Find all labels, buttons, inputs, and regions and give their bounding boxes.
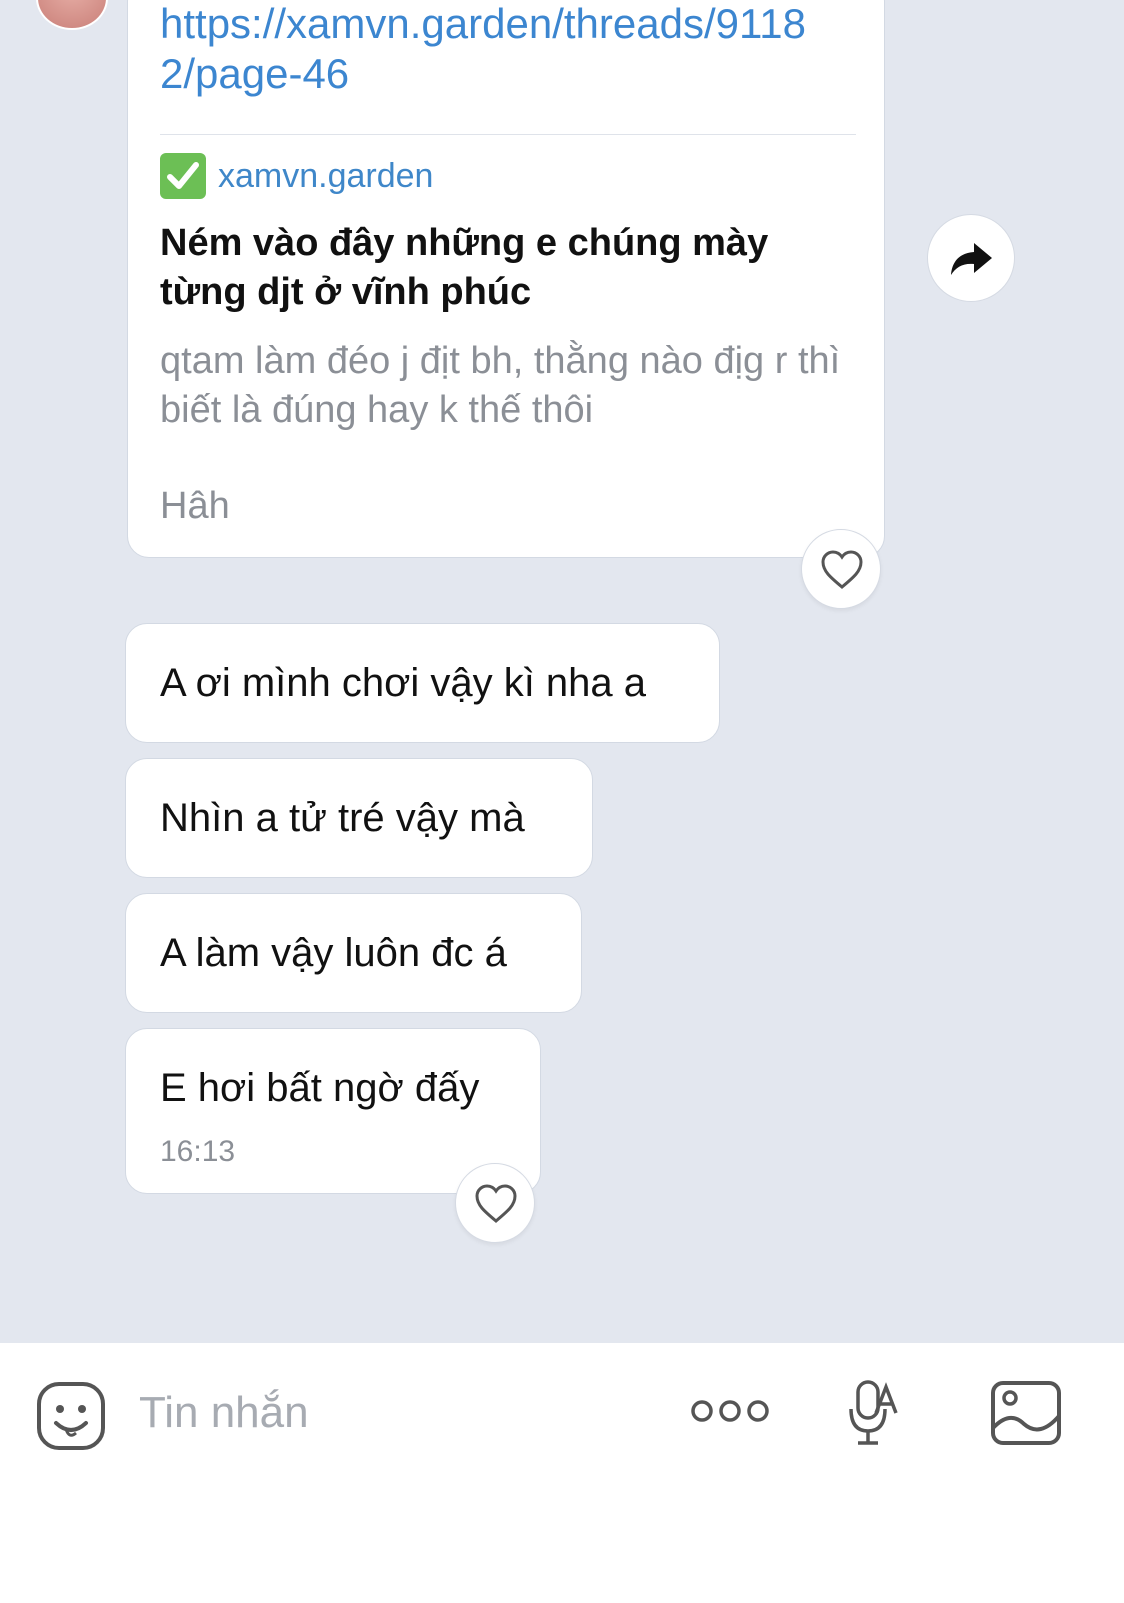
message-text: Hâh	[160, 485, 230, 527]
link-message-card[interactable]: https://xamvn.garden/threads/91182/page-…	[127, 0, 885, 558]
message-text: A ơi mình chơi vậy kì nha a	[160, 661, 647, 705]
message-timestamp: 16:13	[160, 1135, 236, 1168]
image-icon[interactable]	[990, 1380, 1062, 1446]
message-composer	[0, 1343, 1124, 1603]
message-input[interactable]	[139, 1388, 619, 1438]
message-text: Nhìn a tử tré vậy mà	[160, 796, 525, 840]
link-preview-title[interactable]: Ném vào đây những e chúng mày từng djt ở…	[160, 219, 860, 317]
message-bubble[interactable]: A ơi mình chơi vậy kì nha a	[125, 623, 720, 743]
link-preview-site: xamvn.garden	[218, 157, 434, 195]
avatar[interactable]	[36, 0, 108, 30]
react-heart-button[interactable]	[455, 1163, 535, 1243]
react-heart-button[interactable]	[801, 529, 881, 609]
message-bubble[interactable]: A làm vậy luôn đc á	[125, 893, 582, 1013]
heart-icon	[475, 1184, 517, 1223]
mic-icon[interactable]	[846, 1379, 902, 1447]
heart-icon	[821, 550, 863, 589]
message-text: A làm vậy luôn đc á	[160, 931, 507, 975]
link-preview-description: qtam làm đéo j địt bh, thằng nào địg r t…	[160, 340, 841, 431]
more-dots-icon[interactable]	[690, 1398, 770, 1424]
share-button[interactable]	[927, 214, 1015, 302]
message-text: E hơi bất ngờ đấy	[160, 1066, 480, 1110]
message-link-url[interactable]: https://xamvn.garden/threads/91182/page-…	[160, 0, 820, 99]
emoji-icon[interactable]	[36, 1381, 106, 1451]
check-mark-icon	[160, 153, 206, 199]
card-divider	[160, 134, 856, 135]
share-arrow-icon	[951, 243, 992, 275]
message-bubble[interactable]: Nhìn a tử tré vậy mà	[125, 758, 593, 878]
